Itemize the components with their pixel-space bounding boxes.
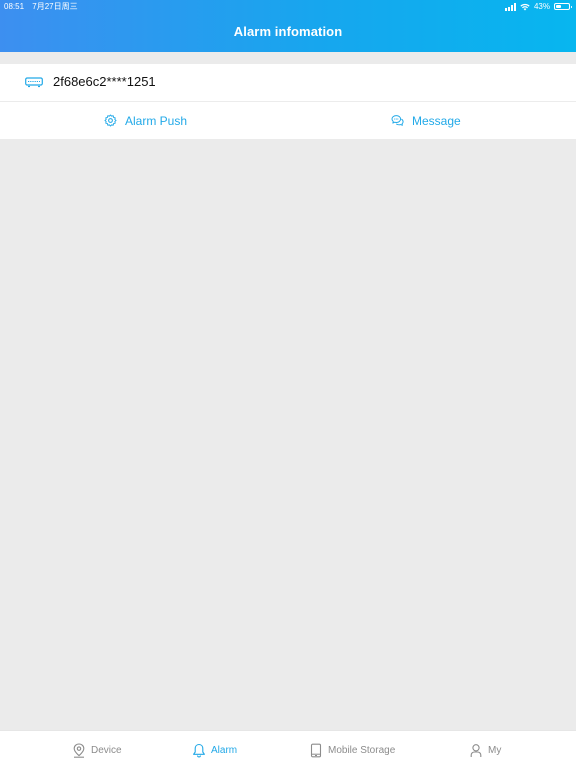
- cellular-signal-icon: [504, 2, 516, 11]
- tab-bar: Device Alarm Mobile Storage My: [0, 730, 576, 768]
- status-date: 7月27日周三: [32, 2, 78, 11]
- bell-icon: [193, 743, 205, 758]
- tablet-icon: [310, 743, 322, 757]
- message-button[interactable]: Message: [391, 102, 461, 139]
- device-row[interactable]: 2f68e6c2****1251: [0, 64, 576, 101]
- tab-device-label: Device: [91, 744, 122, 756]
- page-title: Alarm infomation: [233, 24, 343, 39]
- tab-alarm[interactable]: Alarm: [192, 731, 237, 768]
- wifi-icon: [520, 3, 530, 10]
- alarm-push-label: Alarm Push: [125, 113, 188, 128]
- tab-alarm-label: Alarm: [211, 744, 238, 756]
- battery-icon: [554, 3, 572, 10]
- device-name: 2f68e6c2****1251: [53, 74, 156, 89]
- nvr-device-icon: [25, 77, 43, 88]
- location-pin-icon: [73, 742, 85, 758]
- tab-device[interactable]: Device: [72, 731, 122, 768]
- action-row: Alarm Push Message: [0, 102, 576, 139]
- app-header: 08:51 7月27日周三 43% Alarm infomation: [0, 0, 576, 52]
- status-bar: 08:51 7月27日周三 43%: [0, 0, 576, 13]
- tab-mobile-storage[interactable]: Mobile Storage: [309, 731, 395, 768]
- alarm-push-button[interactable]: Alarm Push: [104, 102, 187, 139]
- tab-mobile-storage-label: Mobile Storage: [328, 744, 396, 756]
- tab-my-label: My: [488, 744, 502, 756]
- message-label: Message: [412, 113, 461, 128]
- battery-percent: 43%: [533, 2, 550, 11]
- status-time: 08:51: [4, 2, 25, 11]
- person-icon: [470, 743, 482, 757]
- tab-my[interactable]: My: [469, 731, 501, 768]
- chat-bubbles-icon: [391, 115, 404, 126]
- gear-icon: [104, 114, 117, 127]
